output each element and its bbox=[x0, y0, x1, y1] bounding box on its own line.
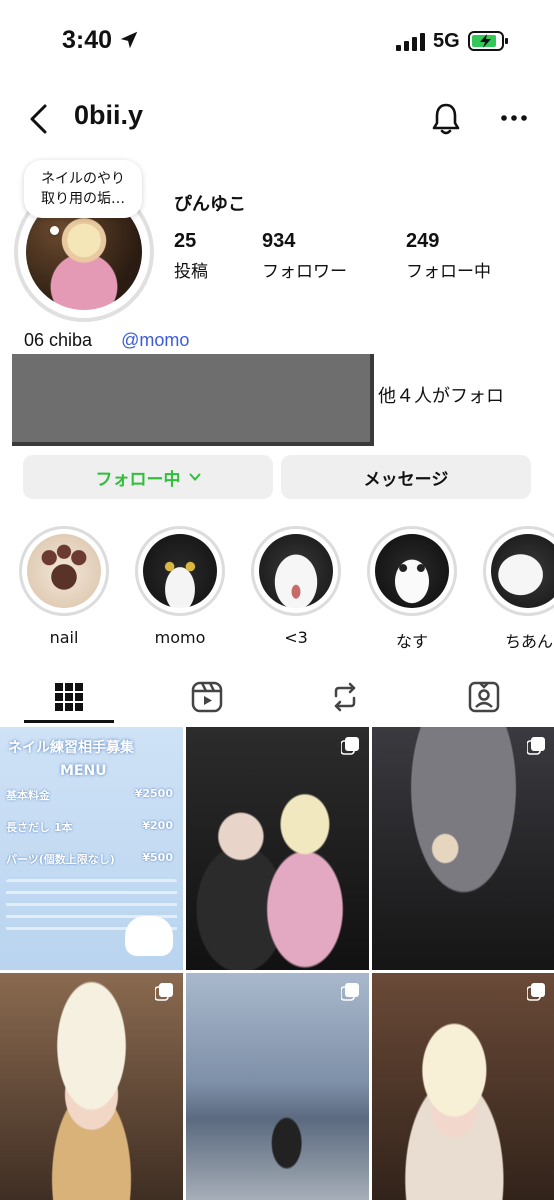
reels-icon bbox=[191, 681, 223, 713]
tab-reels[interactable] bbox=[152, 672, 262, 722]
bio-text: 06 chiba bbox=[24, 330, 93, 350]
stat-following[interactable]: 249 フォロー中 bbox=[406, 230, 491, 282]
highlight-label: なす bbox=[395, 632, 428, 651]
message-button-label: メッセージ bbox=[363, 469, 449, 490]
menu-line-label: 基本料金 bbox=[6, 789, 50, 802]
highlight-label: <3 bbox=[284, 628, 308, 647]
stat-label: フォロー中 bbox=[406, 262, 491, 282]
battery-charging-icon bbox=[468, 31, 508, 51]
bio: 06 chiba @momo bbox=[24, 330, 189, 351]
highlight-momo[interactable]: momo bbox=[135, 526, 225, 647]
post-thumbnail-photo[interactable] bbox=[372, 727, 554, 970]
profile-username: 0bii.y bbox=[74, 100, 144, 130]
redaction-block bbox=[12, 354, 374, 446]
carousel-icon bbox=[527, 737, 545, 755]
note-text: ネイルのやり取り用の垢… bbox=[41, 171, 125, 207]
message-button[interactable]: メッセージ bbox=[281, 455, 531, 499]
stat-label: 投稿 bbox=[174, 262, 208, 282]
highlight-heart[interactable]: <3 bbox=[251, 526, 341, 647]
status-bar: 3:40 5G bbox=[0, 0, 554, 84]
menu-post-subtitle: MENU bbox=[60, 763, 107, 779]
display-name: ぴんゆこ bbox=[174, 194, 246, 215]
stat-value: 249 bbox=[406, 230, 440, 252]
carousel-icon bbox=[341, 737, 359, 755]
stat-value: 934 bbox=[262, 230, 296, 252]
signal-icon bbox=[396, 33, 425, 51]
highlight-ring bbox=[135, 526, 225, 616]
back-icon[interactable] bbox=[26, 102, 52, 136]
bio-mention-link[interactable]: @momo bbox=[121, 330, 189, 350]
cat-mascot-illustration bbox=[125, 916, 173, 956]
menu-post-title: ネイル練習相手募集 bbox=[8, 740, 134, 756]
highlight-nasu[interactable]: なす bbox=[367, 526, 457, 652]
menu-line-price: ¥200 bbox=[142, 819, 173, 832]
highlight-cover bbox=[491, 534, 554, 608]
tagged-icon bbox=[468, 681, 500, 713]
highlight-ring bbox=[19, 526, 109, 616]
menu-line-label: パーツ(個数上限なし) bbox=[6, 853, 115, 866]
stat-posts[interactable]: 25 投稿 bbox=[174, 230, 208, 282]
carousel-icon bbox=[341, 983, 359, 1001]
post-thumbnail-photo[interactable] bbox=[186, 727, 369, 970]
highlight-ring bbox=[367, 526, 457, 616]
highlight-label: momo bbox=[154, 628, 206, 647]
highlight-nail[interactable]: nail bbox=[19, 526, 109, 647]
highlight-ring bbox=[483, 526, 554, 616]
highlight-cover bbox=[143, 534, 217, 608]
highlight-cover bbox=[375, 534, 449, 608]
note-bubble-tail bbox=[50, 226, 59, 235]
grid-icon bbox=[55, 683, 83, 711]
chevron-down-icon bbox=[189, 473, 200, 481]
menu-line-price: ¥500 bbox=[142, 851, 173, 864]
post-thumbnail-photo[interactable] bbox=[372, 973, 554, 1200]
stat-followers[interactable]: 934 フォロワー bbox=[262, 230, 347, 282]
status-time: 3:40 bbox=[62, 26, 113, 54]
highlight-ring bbox=[251, 526, 341, 616]
active-tab-indicator bbox=[24, 720, 114, 723]
highlight-label: ちあん bbox=[505, 632, 554, 651]
repost-icon bbox=[334, 682, 356, 712]
highlight-chian[interactable]: ちあん bbox=[483, 526, 554, 652]
following-button[interactable]: フォロー中 bbox=[23, 455, 273, 499]
more-options-icon[interactable] bbox=[500, 110, 528, 126]
network-type: 5G bbox=[433, 30, 460, 52]
post-thumbnail-photo[interactable] bbox=[0, 973, 183, 1200]
stat-label: フォロワー bbox=[262, 262, 347, 282]
followed-by-text[interactable]: 、他４人がフォロ bbox=[360, 382, 504, 408]
menu-line-label: 長さだし 1本 bbox=[6, 821, 73, 834]
tab-reposts[interactable] bbox=[290, 672, 400, 722]
highlight-cover bbox=[27, 534, 101, 608]
carousel-icon bbox=[155, 983, 173, 1001]
highlight-label: nail bbox=[49, 628, 79, 647]
post-thumbnail-photo[interactable] bbox=[186, 973, 369, 1200]
tab-posts[interactable] bbox=[14, 672, 124, 722]
post-thumbnail-menu[interactable]: ネイル練習相手募集 MENU 基本料金 ¥2500 長さだし 1本 ¥200 パ… bbox=[0, 727, 183, 970]
menu-line-price: ¥2500 bbox=[134, 787, 173, 800]
following-button-label: フォロー中 bbox=[95, 469, 181, 490]
profile-note-bubble[interactable]: ネイルのやり取り用の垢… bbox=[24, 160, 142, 218]
location-arrow-icon bbox=[120, 31, 138, 49]
highlight-cover bbox=[259, 534, 333, 608]
tab-tagged[interactable] bbox=[429, 672, 539, 722]
stat-value: 25 bbox=[174, 230, 197, 252]
carousel-icon bbox=[527, 983, 545, 1001]
bell-icon[interactable] bbox=[430, 102, 462, 136]
